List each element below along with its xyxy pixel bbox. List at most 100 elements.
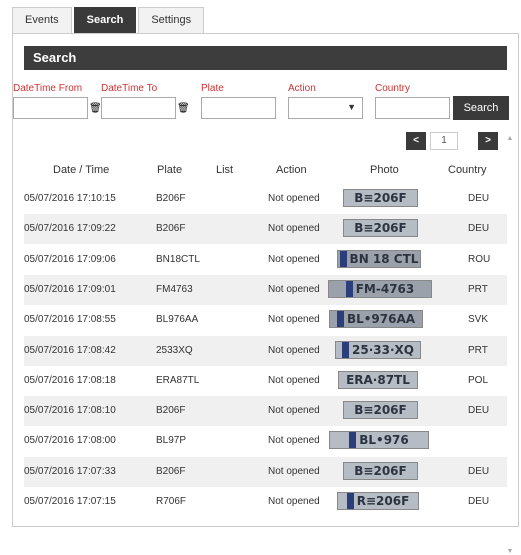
plate-photo[interactable]: B≡206F [343,461,418,480]
plate-photo-text: ERA·87TL [346,372,410,387]
row-country: PRT [468,344,488,356]
eu-flag-icon [349,432,357,449]
search-panel: Search DateTime From DateTime To Plate A… [12,33,519,555]
plate-photo[interactable]: ERA·87TL [338,370,418,389]
prev-page-button[interactable]: < [406,132,426,150]
column-header-plate: Plate [157,164,183,176]
plate-photo[interactable]: R≡206F [337,492,419,510]
plate-photo-text: B≡206F [354,221,407,236]
row-plate: BN18CTL [156,253,200,265]
plate-photo-text: BN 18 CTL [349,251,419,266]
plate-photo-text: B≡206F [354,191,407,205]
plate-photo[interactable]: 25·33·XQ [335,340,421,359]
plate-photo-text: B≡206F [354,403,407,418]
datetime-from-input[interactable] [13,97,88,119]
row-datetime: 05/07/2016 17:08:00 [24,435,116,447]
row-country: DEU [468,223,490,235]
tab-settings[interactable]: Settings [138,7,205,33]
row-plate: ERA87TL [156,374,200,386]
row-action: Not opened [268,405,320,417]
row-plate: BL97P [156,435,187,447]
row-plate: 2533XQ [156,344,193,356]
country-label: Country [375,83,411,94]
eu-flag-icon [339,250,347,267]
table-row[interactable]: 05/07/2016 17:08:42 2533XQ Not opened 25·33… [24,335,507,366]
row-country: DEU [468,193,490,204]
datetime-to-label: DateTime To [101,83,158,94]
current-page[interactable]: 1 [430,132,458,150]
plate-label: Plate [201,83,224,94]
plate-photo-text: FM-4763 [355,281,415,296]
table-row[interactable]: 05/07/2016 17:09:01 FM4763 Not opened FM-47… [24,274,507,305]
plate-photo-text: B≡206F [354,463,407,478]
table-row[interactable]: 05/07/2016 17:08:10 B206F Not opened B≡206F… [24,396,507,427]
table-row[interactable]: 05/07/2016 17:08:00 BL97P Not opened BL•976 [24,426,507,456]
action-select[interactable]: ▼ [288,97,363,119]
table-row[interactable]: 05/07/2016 17:07:33 B206F Not opened B≡206F… [24,456,507,487]
scroll-up-icon[interactable]: ▲ [505,135,515,142]
row-country: PRT [468,283,488,295]
datetime-to-input[interactable] [101,97,176,119]
row-datetime: 05/07/2016 17:10:15 [24,193,116,204]
chevron-down-icon: ▼ [347,102,356,112]
table-row[interactable]: 05/07/2016 17:08:55 BL976AA Not opened BL•9… [24,305,507,335]
row-datetime: 05/07/2016 17:09:01 [24,283,116,295]
plate-photo[interactable]: B≡206F [343,219,418,238]
tab-search[interactable]: Search [73,7,137,33]
row-action: Not opened [268,496,320,507]
column-header-action: Action [276,164,307,176]
row-action: Not opened [268,314,320,326]
search-button[interactable]: Search [453,96,509,120]
row-datetime: 05/07/2016 17:09:22 [24,223,116,235]
panel-title: Search [24,46,507,70]
country-input[interactable] [375,97,450,119]
eu-flag-icon [345,280,353,297]
row-plate: B206F [156,405,186,417]
plate-photo[interactable]: BL•976 [329,431,429,450]
plate-photo[interactable]: B≡206F [343,401,418,420]
row-datetime: 05/07/2016 17:08:18 [24,374,116,386]
table-row[interactable]: 05/07/2016 17:08:18 ERA87TL Not opened ERA·… [24,366,507,396]
plate-photo-text: BL•976AA [346,312,416,327]
row-plate: B206F [156,193,186,204]
scroll-down-icon[interactable]: ▼ [505,548,515,555]
tab-events[interactable]: Events [12,7,72,33]
plate-photo-text: BL•976 [359,433,409,448]
plate-photo[interactable]: B≡206F [343,189,418,207]
row-country: DEU [468,496,490,507]
table-row[interactable]: 05/07/2016 17:09:06 BN18CTL Not opened BN 1… [24,245,507,275]
column-header-country: Country [448,164,487,176]
column-header-photo: Photo [370,164,399,176]
row-country: ROU [468,253,491,265]
row-plate: FM4763 [156,283,193,295]
row-datetime: 05/07/2016 17:07:15 [24,496,116,507]
row-datetime: 05/07/2016 17:08:42 [24,344,116,356]
scrollbar[interactable]: ▲ ▼ [505,135,515,555]
eu-flag-icon [342,341,350,358]
tab-bar: Events Search Settings [12,7,206,33]
table-row[interactable]: 05/07/2016 17:10:15 B206F Not opened B≡206F… [24,184,507,214]
clear-datetime-to-icon[interactable]: 🗑 [177,103,190,114]
row-datetime: 05/07/2016 17:09:06 [24,253,116,265]
plate-photo[interactable]: BL•976AA [329,310,423,329]
plate-photo[interactable]: FM-4763 [328,279,432,298]
table-row[interactable]: 05/07/2016 17:09:22 B206F Not opened B≡206F… [24,214,507,245]
row-action: Not opened [268,253,320,265]
row-plate: B206F [156,223,186,235]
row-datetime: 05/07/2016 17:08:55 [24,314,116,326]
datetime-from-label: DateTime From [13,83,83,94]
row-country: DEU [468,405,490,417]
row-action: Not opened [268,223,320,235]
eu-flag-icon [336,311,344,328]
next-page-button[interactable]: > [478,132,498,150]
row-action: Not opened [268,283,320,295]
row-country: DEU [468,465,490,477]
plate-input[interactable] [201,97,276,119]
row-action: Not opened [268,465,320,477]
clear-datetime-from-icon[interactable]: 🗑 [89,103,102,114]
row-plate: B206F [156,465,186,477]
action-label: Action [288,83,316,94]
plate-photo[interactable]: BN 18 CTL [337,249,421,268]
row-datetime: 05/07/2016 17:08:10 [24,405,116,417]
table-row[interactable]: 05/07/2016 17:07:15 R706F Not opened R≡206F… [24,487,507,517]
